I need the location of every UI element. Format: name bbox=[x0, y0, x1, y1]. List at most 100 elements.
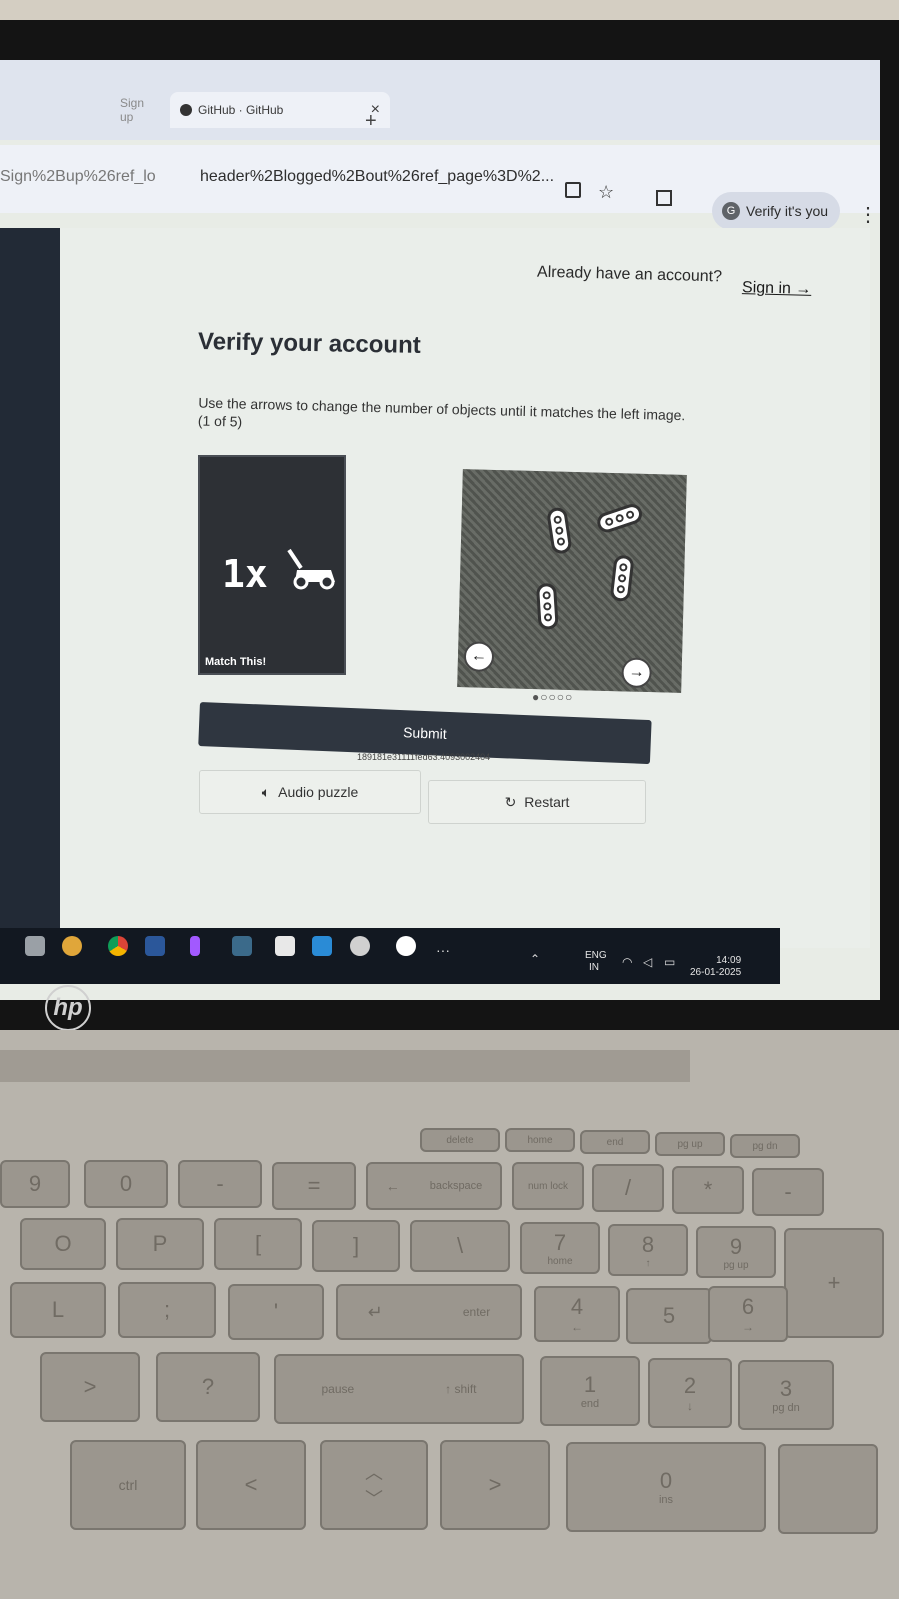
key-up-down-arrows[interactable]: ︿ ﹀ bbox=[320, 1440, 428, 1530]
key-backslash[interactable]: \ bbox=[410, 1220, 510, 1272]
key-numpad-del[interactable] bbox=[778, 1444, 878, 1534]
key-label: * bbox=[703, 1177, 713, 1202]
key-multiply[interactable]: * bbox=[672, 1166, 744, 1214]
key-0[interactable]: 0 bbox=[84, 1160, 168, 1208]
restart-label: Restart bbox=[524, 794, 570, 810]
chrome-icon[interactable] bbox=[108, 936, 128, 956]
photos-icon[interactable] bbox=[232, 936, 252, 956]
key-sublabel: end bbox=[580, 1398, 600, 1410]
dot bbox=[616, 585, 626, 594]
tab-signup[interactable]: Sign up bbox=[110, 92, 170, 128]
key-sublabel: home bbox=[547, 1255, 573, 1267]
restart-button[interactable]: ↻ Restart bbox=[428, 780, 646, 824]
key-label: ' bbox=[273, 1299, 279, 1324]
key-left-arrow[interactable]: < bbox=[196, 1440, 306, 1530]
match-this-label: Match This! bbox=[205, 656, 267, 668]
key-numpad-plus[interactable]: + bbox=[784, 1228, 884, 1338]
key-9[interactable]: 9 bbox=[0, 1160, 70, 1208]
key-label: delete bbox=[446, 1134, 474, 1146]
dot bbox=[556, 537, 566, 547]
system-clock[interactable]: 14:09 26-01-2025 bbox=[690, 955, 741, 979]
tray-chevron-icon[interactable]: ⌃ bbox=[530, 952, 540, 966]
extensions-icon[interactable] bbox=[656, 190, 672, 206]
install-icon[interactable] bbox=[565, 182, 581, 198]
key-ctrl[interactable]: ctrl bbox=[70, 1440, 186, 1530]
key-right-bracket[interactable]: ] bbox=[312, 1220, 400, 1272]
key-right-shift[interactable]: pause ↑ shift bbox=[274, 1354, 524, 1424]
key-o[interactable]: O bbox=[20, 1218, 106, 1270]
key-label: 1 bbox=[583, 1372, 597, 1397]
key-sublabel: ↓ bbox=[687, 1399, 693, 1413]
key-label: 3 bbox=[779, 1376, 793, 1401]
key-p[interactable]: P bbox=[116, 1218, 204, 1270]
key-numpad-7[interactable]: 7 home bbox=[520, 1222, 600, 1274]
figma-icon[interactable] bbox=[190, 936, 200, 956]
new-tab-button[interactable]: + bbox=[365, 110, 377, 133]
language-indicator[interactable]: ENG IN bbox=[585, 950, 607, 974]
key-label: 8 bbox=[641, 1231, 655, 1257]
key-numpad-6[interactable]: 6 → bbox=[708, 1286, 788, 1342]
key-quote[interactable]: ' bbox=[228, 1284, 324, 1340]
key-label: pg up bbox=[677, 1138, 703, 1150]
key-label: 2 bbox=[683, 1373, 697, 1398]
page-content bbox=[40, 228, 870, 948]
start-icon[interactable] bbox=[25, 936, 45, 956]
more-icon[interactable]: ··· bbox=[436, 942, 450, 958]
key-numpad-minus[interactable]: - bbox=[752, 1168, 824, 1216]
key-l[interactable]: L bbox=[10, 1282, 106, 1338]
domino-object bbox=[535, 582, 559, 630]
key-enter[interactable]: ↵ enter bbox=[336, 1284, 522, 1340]
battery-icon[interactable]: ▭ bbox=[664, 955, 675, 969]
dot bbox=[625, 509, 636, 520]
key-numpad-9[interactable]: 9 pg up bbox=[696, 1226, 776, 1278]
audio-puzzle-button[interactable]: 🔈︎ Audio puzzle bbox=[199, 770, 421, 814]
sign-in-link[interactable]: Sign in → bbox=[742, 279, 812, 299]
key-greater-than[interactable]: > bbox=[40, 1352, 140, 1422]
url-text[interactable]: header%2Blogged%2Bout%26ref_page%3D%2... bbox=[200, 168, 554, 186]
key-numpad-0[interactable]: 0 ins bbox=[566, 1442, 766, 1532]
google-icon[interactable] bbox=[396, 936, 416, 956]
volume-icon[interactable]: ◁ bbox=[643, 955, 652, 969]
github-icon bbox=[180, 104, 192, 116]
profile-verify-button[interactable]: G Verify it's you bbox=[712, 192, 840, 230]
date: 26-01-2025 bbox=[690, 967, 742, 978]
key-num-lock[interactable]: num lock bbox=[512, 1162, 584, 1210]
weather-icon[interactable] bbox=[62, 936, 82, 956]
key-home[interactable]: home bbox=[505, 1128, 575, 1152]
key-left-bracket[interactable]: [ bbox=[214, 1218, 302, 1270]
browser-menu-icon[interactable]: ⋮ bbox=[858, 202, 878, 227]
word-icon[interactable] bbox=[145, 936, 165, 956]
vscode-icon[interactable] bbox=[312, 936, 332, 956]
key-label: ← bbox=[385, 1178, 400, 1194]
key-minus[interactable]: - bbox=[178, 1160, 262, 1208]
target-count: 1x bbox=[222, 552, 268, 596]
dot bbox=[618, 562, 628, 572]
key-pg-dn[interactable]: pg dn bbox=[730, 1134, 800, 1158]
key-semicolon[interactable]: ; bbox=[118, 1282, 216, 1338]
wifi-icon[interactable]: ◠ bbox=[622, 955, 632, 969]
key-end[interactable]: end bbox=[580, 1130, 650, 1154]
key-label: 4 bbox=[570, 1294, 584, 1319]
key-numpad-8[interactable]: 8 ↑ bbox=[608, 1224, 688, 1276]
key-numpad-2[interactable]: 2 ↓ bbox=[648, 1358, 732, 1428]
key-question[interactable]: ? bbox=[156, 1352, 260, 1422]
bookmark-star-icon[interactable]: ☆ bbox=[598, 182, 614, 203]
tab-github[interactable]: GitHub · GitHub × bbox=[170, 92, 390, 128]
app-icon[interactable] bbox=[275, 936, 295, 956]
key-divide[interactable]: / bbox=[592, 1164, 664, 1212]
key-numpad-1[interactable]: 1 end bbox=[540, 1356, 640, 1426]
key-label: backspace bbox=[429, 1180, 483, 1192]
key-right-arrow[interactable]: > bbox=[440, 1440, 550, 1530]
key-delete[interactable]: delete bbox=[420, 1128, 500, 1152]
key-label: O bbox=[54, 1231, 72, 1256]
app-icon-2[interactable] bbox=[350, 936, 370, 956]
key-label: pg dn bbox=[752, 1140, 778, 1152]
key-numpad-5[interactable]: 5 bbox=[626, 1288, 712, 1344]
key-label: 6 bbox=[741, 1294, 755, 1319]
key-pg-up[interactable]: pg up bbox=[655, 1132, 725, 1156]
key-equals[interactable]: = bbox=[272, 1162, 356, 1210]
key-backspace[interactable]: ← backspace bbox=[366, 1162, 502, 1210]
key-label: pause bbox=[321, 1382, 355, 1396]
key-numpad-4[interactable]: 4 ← bbox=[534, 1286, 620, 1342]
key-numpad-3[interactable]: 3 pg dn bbox=[738, 1360, 834, 1430]
